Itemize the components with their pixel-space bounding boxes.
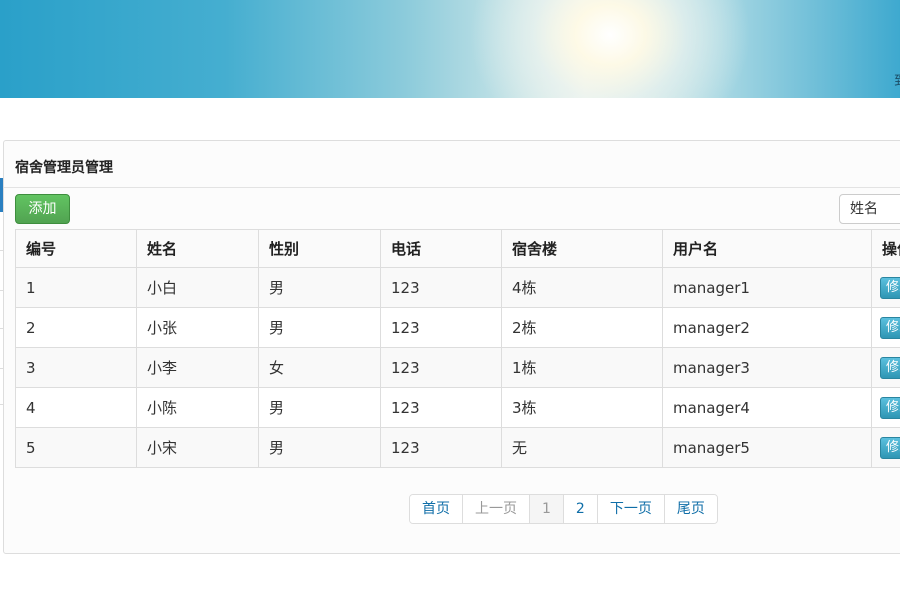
cell-action: 修改 <box>871 307 900 348</box>
cell-username: manager3 <box>662 347 872 388</box>
cell-action: 修改 <box>871 387 900 428</box>
column-header-building[interactable]: 宿舍楼 <box>501 229 663 268</box>
header-corner-text: 到 <box>894 70 900 86</box>
cell-phone: 123 <box>380 307 502 348</box>
edit-button[interactable]: 修改 <box>880 276 900 299</box>
table-header-row: 编号 姓名 性别 电话 宿舍楼 用户名 操作 <box>15 229 900 268</box>
cell-username: manager4 <box>662 387 872 428</box>
cell-action: 修改 <box>871 267 900 308</box>
cell-name: 小李 <box>136 347 259 388</box>
add-button[interactable]: 添加 <box>15 194 70 224</box>
cell-id: 4 <box>15 387 137 428</box>
pagination-last[interactable]: 尾页 <box>663 495 717 523</box>
cell-phone: 123 <box>380 387 502 428</box>
cell-username: manager5 <box>662 427 872 468</box>
cell-gender: 男 <box>258 427 381 468</box>
search-field-select[interactable]: 姓名 <box>839 194 900 224</box>
pagination: 首页 上一页 1 2 下一页 尾页 <box>409 494 718 524</box>
cell-building: 4栋 <box>501 267 663 308</box>
cell-gender: 男 <box>258 387 381 428</box>
edit-button[interactable]: 修改 <box>880 436 900 459</box>
pagination-page-2[interactable]: 2 <box>562 495 597 523</box>
cell-username: manager2 <box>662 307 872 348</box>
cell-name: 小宋 <box>136 427 259 468</box>
pagination-prev[interactable]: 上一页 <box>462 495 529 523</box>
cell-id: 3 <box>15 347 137 388</box>
pagination-first[interactable]: 首页 <box>410 495 462 523</box>
cell-id: 2 <box>15 307 137 348</box>
column-header-phone[interactable]: 电话 <box>380 229 502 268</box>
pagination-page-1[interactable]: 1 <box>529 495 563 523</box>
cell-phone: 123 <box>380 427 502 468</box>
panel-divider <box>4 187 900 188</box>
cell-building: 1栋 <box>501 347 663 388</box>
cell-name: 小张 <box>136 307 259 348</box>
cell-gender: 男 <box>258 267 381 308</box>
cell-id: 5 <box>15 427 137 468</box>
cell-building: 无 <box>501 427 663 468</box>
column-header-username[interactable]: 用户名 <box>662 229 872 268</box>
edit-button[interactable]: 修改 <box>880 396 900 419</box>
column-header-gender[interactable]: 性别 <box>258 229 381 268</box>
cell-gender: 女 <box>258 347 381 388</box>
edit-button[interactable]: 修改 <box>880 316 900 339</box>
table-row: 4 小陈 男 123 3栋 manager4 修改 <box>15 387 900 428</box>
cell-building: 2栋 <box>501 307 663 348</box>
cell-phone: 123 <box>380 267 502 308</box>
manager-panel: 宿舍管理员管理 添加 姓名 编号 姓名 性别 电话 宿舍楼 用户名 操作 1 小… <box>3 140 900 554</box>
cell-phone: 123 <box>380 347 502 388</box>
manager-table: 编号 姓名 性别 电话 宿舍楼 用户名 操作 1 小白 男 123 4栋 man… <box>15 229 900 468</box>
panel-title: 宿舍管理员管理 <box>15 160 113 176</box>
table-row: 2 小张 男 123 2栋 manager2 修改 <box>15 307 900 348</box>
header-banner: 到 <box>0 0 900 98</box>
cell-gender: 男 <box>258 307 381 348</box>
cell-action: 修改 <box>871 427 900 468</box>
table-row: 3 小李 女 123 1栋 manager3 修改 <box>15 347 900 388</box>
column-header-action: 操作 <box>871 229 900 268</box>
table-row: 1 小白 男 123 4栋 manager1 修改 <box>15 267 900 308</box>
cell-action: 修改 <box>871 347 900 388</box>
cell-id: 1 <box>15 267 137 308</box>
cell-name: 小白 <box>136 267 259 308</box>
column-header-id[interactable]: 编号 <box>15 229 137 268</box>
cell-name: 小陈 <box>136 387 259 428</box>
pagination-next[interactable]: 下一页 <box>596 495 664 523</box>
cell-building: 3栋 <box>501 387 663 428</box>
column-header-name[interactable]: 姓名 <box>136 229 259 268</box>
cell-username: manager1 <box>662 267 872 308</box>
table-row: 5 小宋 男 123 无 manager5 修改 <box>15 427 900 468</box>
edit-button[interactable]: 修改 <box>880 356 900 379</box>
